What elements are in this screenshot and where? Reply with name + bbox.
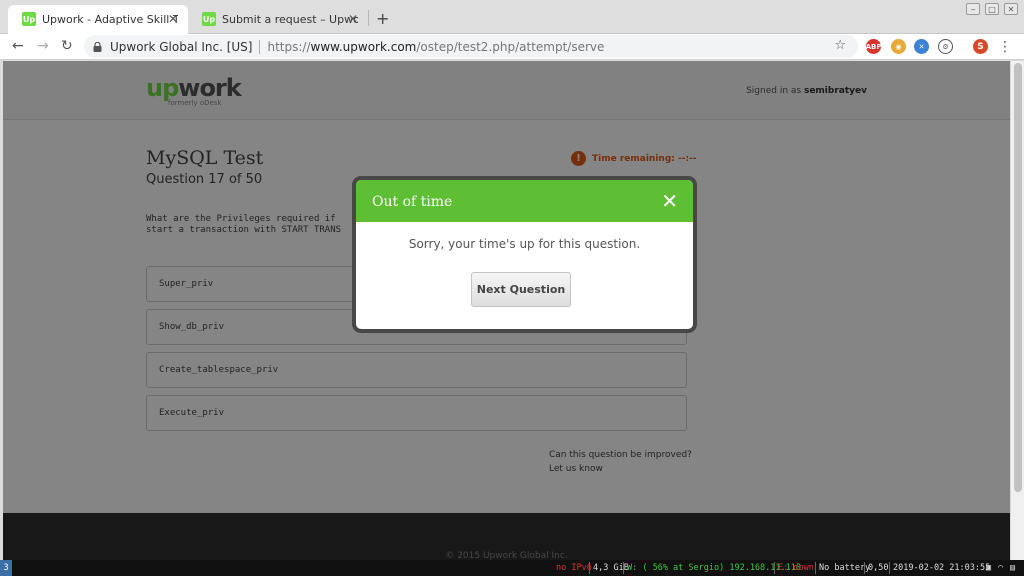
ethernet-status: E: down	[778, 563, 814, 573]
sync-icon[interactable]: ✕	[914, 39, 929, 54]
tab-upwork-test[interactable]: Up Upwork - Adaptive Skill Te ✕	[8, 5, 188, 34]
maximize-icon[interactable]: □	[985, 3, 999, 15]
out-of-time-dialog: Out of time ✕ Sorry, your time's up for …	[356, 180, 693, 329]
cookie-icon[interactable]: ◉	[891, 39, 906, 54]
network-icon[interactable]: ▤	[1010, 563, 1015, 573]
dialog-message: Sorry, your time's up for this question.	[408, 237, 641, 251]
close-tab-icon[interactable]: ✕	[348, 12, 358, 26]
puzzle-icon[interactable]: ⚙	[938, 39, 953, 54]
lock-icon	[93, 41, 102, 52]
battery-status: No battery	[819, 563, 871, 573]
adblock-icon[interactable]: ABP	[866, 39, 881, 54]
url-path: /ostep/test2.php/attempt/serve	[416, 39, 605, 54]
system-taskbar: 3 no IPv6 4,3 GiB W: ( 56% at Sergio) 19…	[0, 560, 1024, 576]
upwork-favicon: Up	[202, 12, 216, 26]
browser-toolbar: ← → ↻ Upwork Global Inc. [US] https://ww…	[0, 34, 1024, 60]
load-status: 0,50	[868, 563, 889, 573]
url-scheme: https://	[267, 39, 311, 54]
profile-avatar[interactable]: S	[973, 39, 988, 54]
next-question-button[interactable]: Next Question	[471, 272, 571, 307]
upwork-favicon: Up	[22, 12, 36, 26]
address-bar[interactable]: Upwork Global Inc. [US] https://www.upwo…	[84, 35, 858, 58]
close-icon[interactable]: ✕	[661, 189, 678, 213]
reload-icon[interactable]: ↻	[61, 38, 73, 54]
flag-icon[interactable]: ▦	[986, 563, 991, 573]
tab-strip: Up Upwork - Adaptive Skill Te ✕ Up Submi…	[0, 0, 1024, 34]
close-tab-icon[interactable]: ✕	[168, 12, 178, 26]
dialog-title: Out of time	[372, 194, 453, 210]
forward-icon[interactable]: →	[37, 38, 49, 54]
scroll-thumb[interactable]	[1014, 63, 1022, 492]
scrollbar[interactable]	[1010, 61, 1024, 560]
menu-icon[interactable]: ⋮	[998, 39, 1012, 55]
workspace-indicator[interactable]: 3	[0, 560, 12, 576]
bookmark-star-icon[interactable]: ☆	[834, 38, 846, 53]
clock: 2019-02-02 21:03:55	[893, 563, 991, 573]
url-host: www.upwork.com	[310, 39, 417, 54]
ipv6-status: no IPv6	[556, 563, 592, 573]
back-icon[interactable]: ←	[12, 38, 24, 54]
tab-label: Submit a request – Upwork	[222, 13, 358, 26]
new-tab-icon[interactable]: +	[376, 9, 389, 28]
close-window-icon[interactable]: ✕	[1004, 3, 1018, 15]
dialog-header: Out of time ✕	[356, 180, 693, 222]
site-org: Upwork Global Inc. [US]	[110, 39, 253, 54]
wifi-icon[interactable]: ◠	[998, 563, 1003, 573]
page-content: upwork formerly oDesk Signed in as semib…	[3, 61, 1010, 560]
minimize-icon[interactable]: ‒	[966, 3, 980, 15]
tab-submit-request[interactable]: Up Submit a request – Upwork ✕	[188, 5, 368, 34]
tab-label: Upwork - Adaptive Skill Te	[42, 13, 178, 26]
